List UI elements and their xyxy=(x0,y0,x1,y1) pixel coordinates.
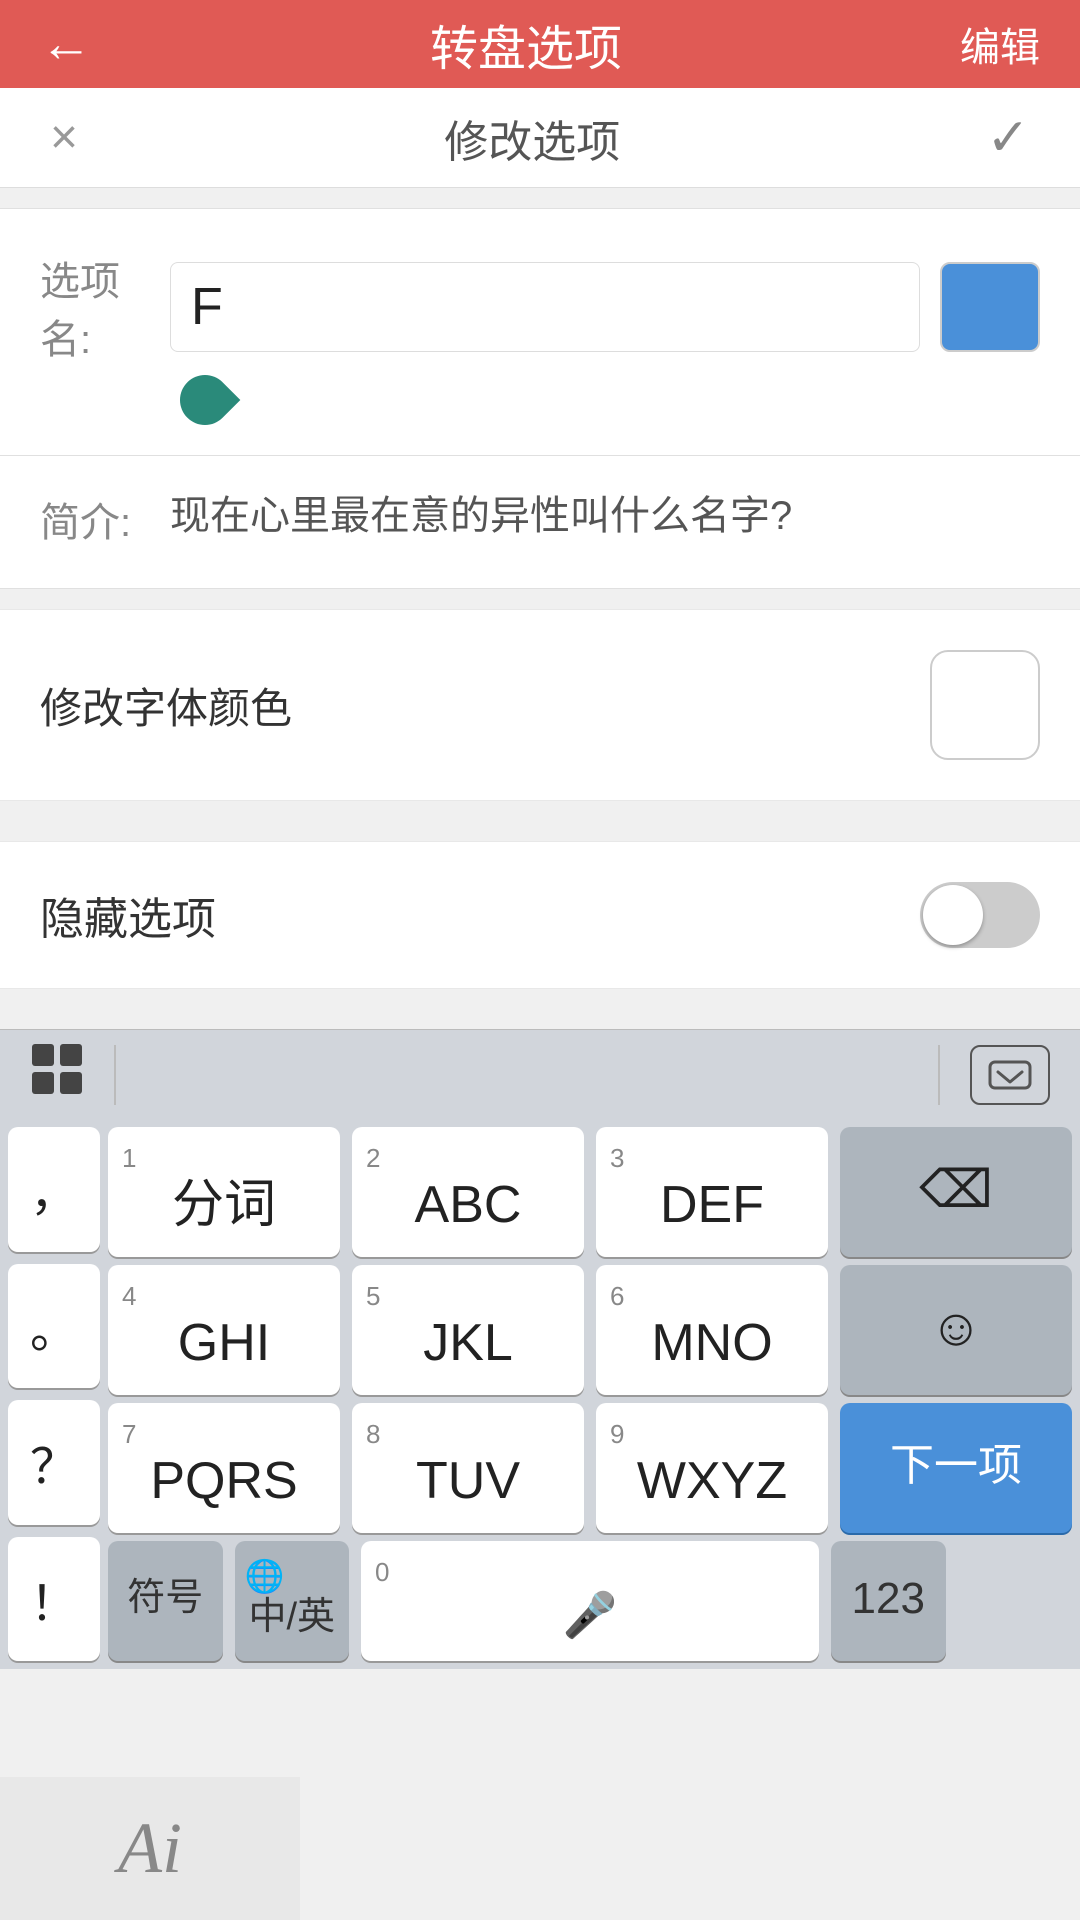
back-button[interactable]: ← xyxy=(40,14,92,74)
keyboard-main: ， 。 ？ ！ 1 分词 2 ABC 3 DEF xyxy=(0,1119,1080,1669)
key-num-4: 4 xyxy=(122,1281,136,1312)
toggle-knob xyxy=(923,885,983,945)
key-8-tuv[interactable]: 8 TUV xyxy=(352,1403,584,1533)
key-label-tuv: TUV xyxy=(416,1450,520,1512)
punct-key-question[interactable]: ？ xyxy=(8,1400,100,1525)
key-5-jkl[interactable]: 5 JKL xyxy=(352,1265,584,1395)
mic-icon: 🎤 xyxy=(563,1589,618,1641)
key-label-wxyz: WXYZ xyxy=(637,1450,787,1512)
name-label: 选项名: xyxy=(40,249,170,365)
emoji-icon: ☺ xyxy=(929,1298,982,1358)
form-name-area: 选项名: xyxy=(0,208,1080,456)
punct-key-comma[interactable]: ， xyxy=(8,1127,100,1252)
key-123[interactable]: 123 xyxy=(831,1541,946,1661)
punct-key-period[interactable]: 。 xyxy=(8,1264,100,1389)
globe-icon: 🌐 xyxy=(245,1557,285,1595)
color-swatch-button[interactable] xyxy=(940,262,1040,352)
key-delete[interactable]: ⌫ xyxy=(840,1127,1072,1257)
key-num-1: 1 xyxy=(122,1143,136,1174)
key-9-wxyz[interactable]: 9 WXYZ xyxy=(596,1403,828,1533)
key-label-fenci: 分词 xyxy=(172,1174,276,1236)
hide-option-label: 隐藏选项 xyxy=(40,883,920,947)
fuhao-label: 符号 xyxy=(127,1576,203,1622)
key-label-def: DEF xyxy=(660,1174,764,1236)
key-fuhao[interactable]: 符号 xyxy=(108,1541,223,1661)
grid-icon[interactable] xyxy=(30,1042,84,1108)
key-label-jkl: JKL xyxy=(423,1312,513,1374)
section-divider-1 xyxy=(0,589,1080,609)
key-zhong-ying[interactable]: 🌐 中/英 xyxy=(235,1541,350,1661)
key-row-1: 1 分词 2 ABC 3 DEF ⌫ xyxy=(100,1119,1080,1257)
desc-text: 现在心里最在意的异性叫什么名字? xyxy=(170,486,792,546)
key-label-abc: ABC xyxy=(415,1174,522,1236)
key-num-2: 2 xyxy=(366,1143,380,1174)
name-input[interactable] xyxy=(170,262,920,352)
toolbar-divider-left xyxy=(114,1045,116,1105)
key-row-3: 7 PQRS 8 TUV 9 WXYZ 下一项 xyxy=(100,1395,1080,1533)
key-num-6: 6 xyxy=(610,1281,624,1312)
key-num-9: 9 xyxy=(610,1419,624,1450)
space-num: 0 xyxy=(375,1557,389,1588)
cursor-indicator xyxy=(180,375,230,435)
key-label-ghi: GHI xyxy=(178,1312,270,1374)
key-4-ghi[interactable]: 4 GHI xyxy=(108,1265,340,1395)
section-divider-2 xyxy=(0,801,1080,821)
desc-row: 简介: 现在心里最在意的异性叫什么名字? xyxy=(0,456,1080,589)
keyboard-collapse-button[interactable] xyxy=(970,1045,1050,1105)
zhong-label: 中/英 xyxy=(248,1595,335,1641)
key-emoji[interactable]: ☺ xyxy=(840,1265,1072,1395)
num-label: 123 xyxy=(852,1573,925,1626)
key-num-7: 7 xyxy=(122,1419,136,1450)
hide-option-row: 隐藏选项 xyxy=(0,841,1080,989)
key-space[interactable]: 0 🎤 xyxy=(361,1541,819,1661)
key-label-mno: MNO xyxy=(651,1312,772,1374)
page-title: 转盘选项 xyxy=(430,9,622,79)
hide-option-toggle[interactable] xyxy=(920,882,1040,948)
key-row-bottom: 符号 🌐 中/英 0 🎤 123 xyxy=(100,1533,1080,1669)
key-3-def[interactable]: 3 DEF xyxy=(596,1127,828,1257)
keyboard-toolbar xyxy=(0,1029,1080,1119)
key-6-mno[interactable]: 6 MNO xyxy=(596,1265,828,1395)
toolbar-divider-right xyxy=(938,1045,940,1105)
key-7-pqrs[interactable]: 7 PQRS xyxy=(108,1403,340,1533)
key-2-abc[interactable]: 2 ABC xyxy=(352,1127,584,1257)
modal-header: × 修改选项 ✓ xyxy=(0,88,1080,188)
key-label-pqrs: PQRS xyxy=(150,1450,297,1512)
key-num-8: 8 xyxy=(366,1419,380,1450)
punct-column: ， 。 ？ ！ xyxy=(0,1119,100,1669)
font-color-label: 修改字体颜色 xyxy=(40,675,930,736)
key-next[interactable]: 下一项 xyxy=(840,1403,1072,1533)
keyboard: ， 。 ？ ！ 1 分词 2 ABC 3 DEF xyxy=(0,1119,1080,1669)
ai-label: Ai xyxy=(118,1807,182,1890)
keyboard-right: 1 分词 2 ABC 3 DEF ⌫ 4 GHI xyxy=(100,1119,1080,1669)
top-bar: ← 转盘选项 编辑 xyxy=(0,0,1080,88)
modal-close-button[interactable]: × xyxy=(50,110,78,165)
delete-icon: ⌫ xyxy=(919,1160,993,1220)
modal-title: 修改选项 xyxy=(444,106,620,170)
desc-label: 简介: xyxy=(40,490,170,548)
next-label: 下一项 xyxy=(890,1440,1022,1493)
modal-confirm-button[interactable]: ✓ xyxy=(986,108,1030,168)
section-divider-3 xyxy=(0,989,1080,1009)
key-row-2: 4 GHI 5 JKL 6 MNO ☺ xyxy=(100,1257,1080,1395)
font-color-swatch-button[interactable] xyxy=(930,650,1040,760)
font-color-row: 修改字体颜色 xyxy=(0,609,1080,801)
punct-key-exclaim[interactable]: ！ xyxy=(8,1537,100,1662)
key-1-fenci[interactable]: 1 分词 xyxy=(108,1127,340,1257)
edit-button[interactable]: 编辑 xyxy=(960,15,1040,73)
ai-indicator: Ai xyxy=(0,1777,300,1920)
key-num-3: 3 xyxy=(610,1143,624,1174)
name-field-row: 选项名: xyxy=(40,249,1040,365)
key-num-5: 5 xyxy=(366,1281,380,1312)
